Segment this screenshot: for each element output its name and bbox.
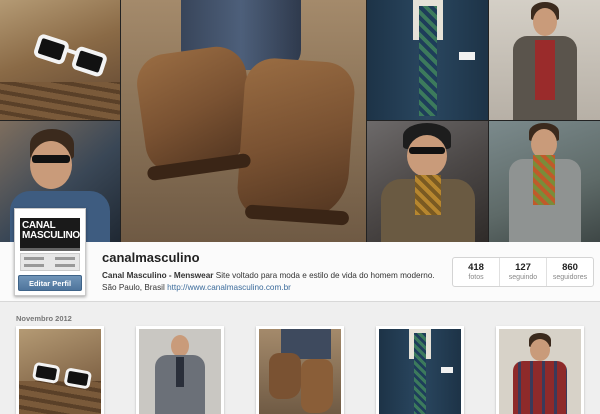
boot-right-image — [235, 56, 357, 224]
face-image — [30, 141, 72, 189]
timeline-month-heading: Novembro 2012 — [16, 314, 72, 323]
bio-name: Canal Masculino - Menswear — [102, 271, 214, 280]
logo: CANAL MASCULINO — [20, 218, 80, 248]
stat-following-count: 127 — [515, 262, 531, 273]
stat-followers-count: 860 — [562, 262, 578, 273]
stat-followers[interactable]: 860 seguidores — [547, 258, 593, 286]
stat-photos-count: 418 — [468, 262, 484, 273]
profile-stats: 418 fotos 127 seguindo 860 seguidores — [452, 257, 594, 287]
cover-collage — [0, 0, 600, 242]
profile-bio: Canal Masculino - Menswear Site voltado … — [102, 270, 442, 294]
scarf-image — [415, 175, 441, 215]
sole-image — [244, 204, 350, 226]
profile-avatar-card: CANAL MASCULINO Editar Perfil — [14, 208, 86, 296]
stat-following-label: seguindo — [508, 274, 538, 281]
sunglasses-image — [32, 155, 70, 163]
stat-following[interactable]: 127 seguindo — [500, 258, 547, 286]
photo-thumbnail[interactable] — [136, 326, 224, 414]
thumbnail-image — [259, 329, 341, 414]
thumbnail-image — [499, 329, 581, 414]
photo-thumbnail[interactable] — [256, 326, 344, 414]
stat-photos[interactable]: 418 fotos — [453, 258, 500, 286]
username: canalmasculino — [102, 250, 200, 265]
tie-image — [419, 6, 437, 116]
vest-image — [535, 40, 555, 100]
bench-image — [0, 82, 120, 120]
logo-underline — [20, 248, 80, 251]
cover-photo-sunglasses[interactable] — [0, 0, 120, 120]
cover-photo-man-blazer[interactable] — [489, 0, 600, 120]
pocket-square-image — [459, 52, 475, 60]
photo-thumbnail[interactable] — [496, 326, 584, 414]
cover-photo-suit-tie[interactable] — [367, 0, 488, 120]
avatar[interactable]: CANAL MASCULINO — [18, 212, 82, 272]
stat-photos-label: fotos — [468, 274, 484, 281]
edit-profile-button[interactable]: Editar Perfil — [18, 275, 82, 291]
face-image — [407, 135, 447, 177]
cover-photo-man-cardigan[interactable] — [489, 121, 600, 242]
face-image — [533, 8, 557, 36]
stat-followers-label: seguidores — [552, 274, 588, 281]
photo-thumbnail[interactable] — [16, 326, 104, 414]
cover-photo-man-scarf[interactable] — [367, 121, 488, 242]
sunglasses-image — [32, 32, 112, 81]
sunglasses-image — [409, 147, 445, 154]
logo-line-2: MASCULINO — [22, 230, 80, 241]
avatar-mini-preview — [20, 253, 80, 271]
photo-thumbnail[interactable] — [376, 326, 464, 414]
thumbnail-image — [19, 329, 101, 414]
scarf-image — [533, 155, 555, 205]
thumbnail-image — [139, 329, 221, 414]
website-link[interactable]: http://www.canalmasculino.com.br — [167, 283, 291, 292]
cover-photo-boots[interactable] — [121, 0, 366, 242]
thumbnail-image — [379, 329, 461, 414]
